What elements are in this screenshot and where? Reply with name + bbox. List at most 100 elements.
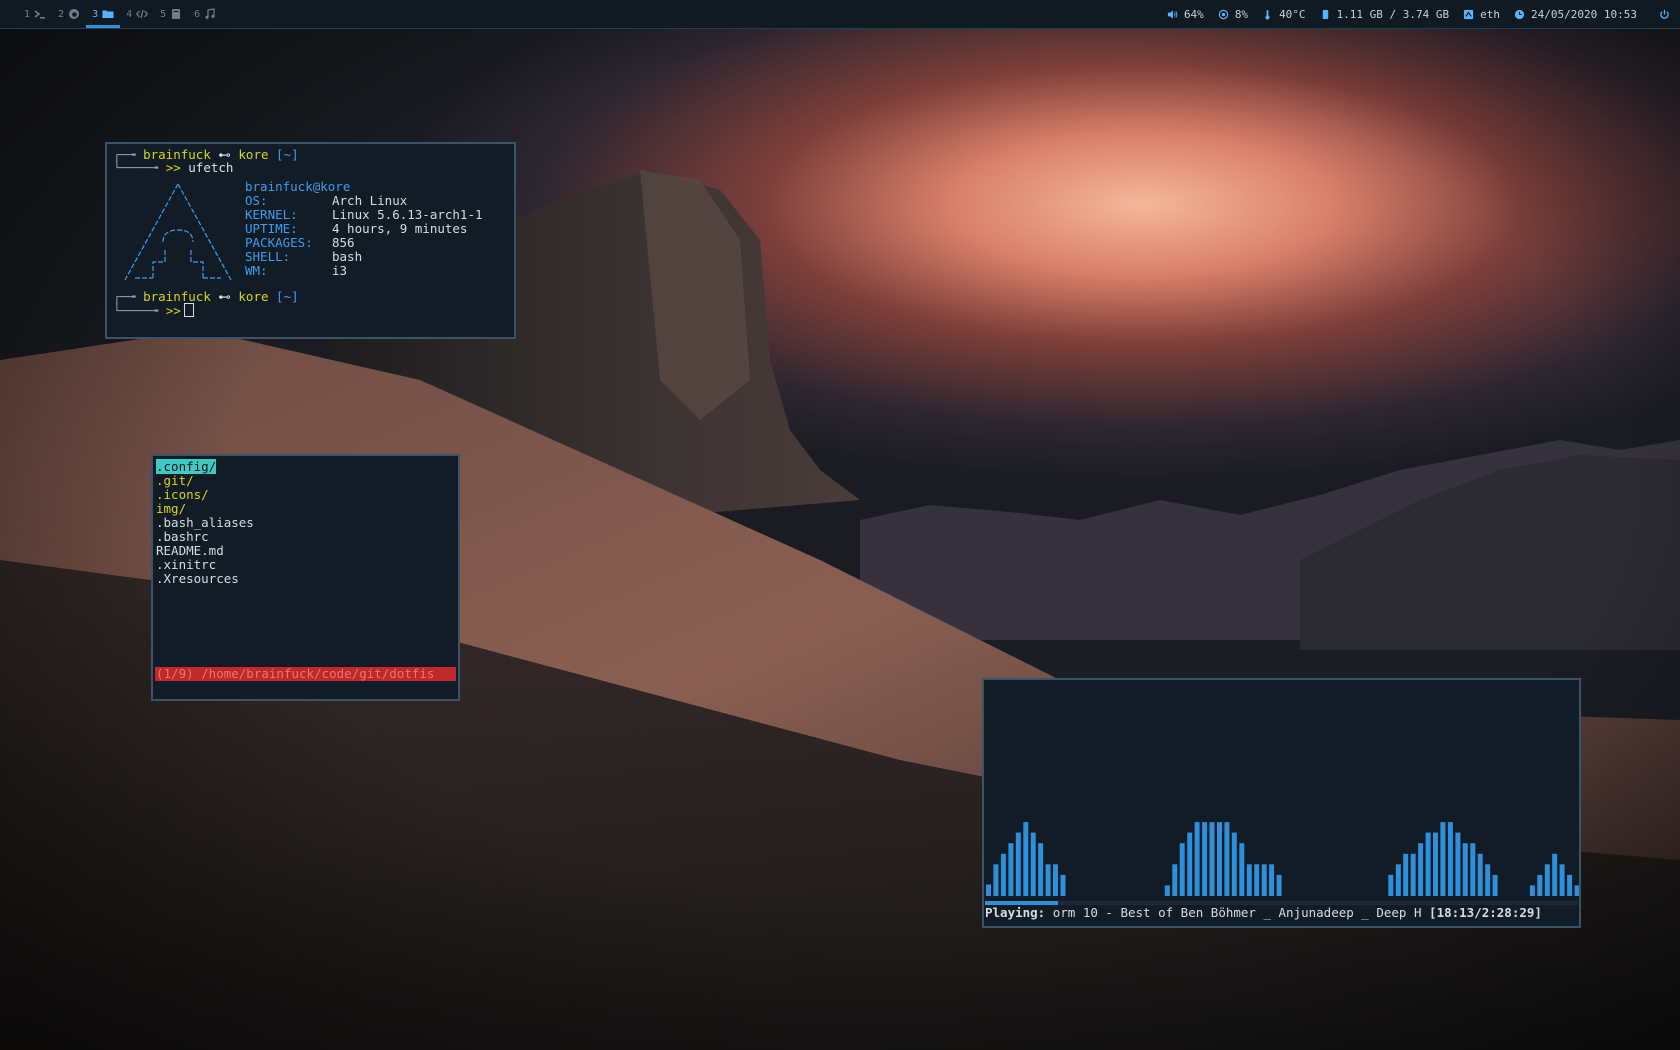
file-manager-window[interactable]: .config/.git/.icons/img/.bash_aliases .ba… bbox=[151, 454, 460, 701]
terminal-window[interactable]: ┌─╼ brainfuck ⊷ kore [~] └────╼ >> ufetc… bbox=[105, 142, 516, 339]
spectrum-bar bbox=[1000, 853, 1006, 896]
spectrum-bar bbox=[1410, 853, 1416, 896]
folder-icon bbox=[102, 8, 114, 20]
info-row-packages: PACKAGES: 856 bbox=[245, 236, 483, 250]
command-line: └────╼ >> ufetch bbox=[113, 161, 508, 174]
spectrum-bar bbox=[993, 864, 999, 896]
spectrum-bar bbox=[1544, 864, 1550, 896]
directory-entry[interactable]: img/ bbox=[155, 502, 456, 516]
file-entry[interactable]: .xinitrc bbox=[155, 558, 456, 572]
entry-name: .git/ bbox=[156, 473, 194, 488]
workspace-1[interactable]: 1 bbox=[18, 0, 52, 28]
thermometer-icon bbox=[1262, 9, 1279, 20]
workspace-4[interactable]: 4 bbox=[120, 0, 154, 28]
info-key: KERNEL: bbox=[245, 207, 298, 222]
entry-name: .Xresources bbox=[156, 571, 239, 586]
cpu-value: 8% bbox=[1234, 7, 1249, 21]
firefox-icon bbox=[68, 8, 80, 20]
spectrum-bar bbox=[1023, 822, 1029, 896]
network-module: eth bbox=[1463, 8, 1500, 21]
prompt-user: brainfuck bbox=[143, 289, 211, 304]
network-value: eth bbox=[1480, 7, 1501, 21]
network-icon bbox=[1463, 9, 1480, 20]
spectrum-bar bbox=[1209, 822, 1215, 896]
spectrum-bar bbox=[1418, 843, 1424, 896]
spectrum-bar bbox=[986, 884, 991, 896]
spectrum-bar bbox=[1254, 864, 1260, 896]
arch-linux-logo bbox=[124, 183, 232, 281]
prompt-dir: [~] bbox=[276, 289, 299, 304]
workspace-3[interactable]: 3 bbox=[86, 0, 121, 28]
code-icon bbox=[136, 8, 149, 20]
spectrum-bar bbox=[1433, 832, 1438, 896]
top-status-bar: 1 2 3 4 5 6 64% 8% 40°C 1.11 GB / 3.74 G… bbox=[0, 0, 1680, 29]
spectrum-bar bbox=[1172, 864, 1178, 896]
track-title: orm 10 - Best of Ben Böhmer _ Anjunadeep… bbox=[1052, 905, 1422, 920]
system-info: brainfuck@kore OS: Arch Linux KERNEL: Linu… bbox=[245, 180, 483, 284]
spectrum-bar bbox=[1261, 864, 1267, 896]
spectrum-bar bbox=[1217, 822, 1222, 896]
track-time: [18:13/2:28:29] bbox=[1429, 905, 1542, 920]
music-icon bbox=[204, 8, 216, 20]
spectrum-bar bbox=[1470, 843, 1476, 896]
spectrum-bar bbox=[1202, 822, 1208, 896]
workspace-number: 4 bbox=[126, 8, 133, 20]
workspace-2[interactable]: 2 bbox=[52, 0, 86, 28]
prompt-host: kore bbox=[238, 289, 269, 304]
info-value: 856 bbox=[332, 235, 355, 250]
spectrum-bar bbox=[1455, 832, 1461, 896]
terminal-icon bbox=[34, 8, 46, 20]
file-entry[interactable]: .bash_aliases bbox=[155, 516, 456, 530]
datetime-value: 24/05/2020 10:53 bbox=[1531, 7, 1637, 21]
file-entry[interactable]: README.md bbox=[155, 544, 456, 558]
workspace-number: 1 bbox=[24, 8, 31, 20]
info-value: Linux 5.6.13-arch1-1 bbox=[332, 207, 483, 222]
music-visualizer-window[interactable]: Playing: orm 10 - Best of Ben Böhmer _ A… bbox=[982, 678, 1581, 928]
input-line[interactable]: └────╼ >> bbox=[113, 303, 508, 318]
workspace-5[interactable]: 5 bbox=[154, 0, 188, 28]
clock-icon bbox=[1514, 9, 1531, 20]
directory-entry[interactable]: .icons/ bbox=[155, 488, 456, 502]
file-entry[interactable]: .bashrc bbox=[155, 530, 456, 544]
spectrum-bar bbox=[1015, 832, 1021, 896]
volume-module[interactable]: 64% bbox=[1167, 8, 1204, 21]
prompt-symbol: >> bbox=[165, 160, 181, 175]
spectrum-bar bbox=[1492, 874, 1498, 896]
temperature-value: 40°C bbox=[1279, 7, 1306, 21]
entry-name: .bash_aliases bbox=[156, 515, 254, 530]
text-cursor bbox=[183, 303, 194, 317]
entry-name: README.md bbox=[156, 543, 224, 558]
cpu-icon bbox=[1218, 9, 1235, 20]
spectrum-bar bbox=[1187, 832, 1193, 896]
file-entry[interactable]: .Xresources bbox=[155, 572, 456, 586]
spectrum-bar bbox=[1552, 853, 1558, 896]
workspace-number: 3 bbox=[92, 8, 99, 20]
info-key: OS: bbox=[245, 193, 268, 208]
spectrum-bar bbox=[1239, 843, 1245, 896]
spectrum-bar bbox=[1403, 853, 1409, 896]
entry-name: .bashrc bbox=[156, 529, 209, 544]
spectrum-bar bbox=[1246, 864, 1252, 896]
status-modules: 64% 8% 40°C 1.11 GB / 3.74 GB eth 24/05/… bbox=[1153, 0, 1680, 28]
directory-entry[interactable]: .git/ bbox=[155, 474, 456, 488]
spectrum-bar bbox=[1425, 832, 1431, 896]
workspace-number: 5 bbox=[160, 8, 167, 20]
speaker-icon bbox=[1167, 9, 1184, 20]
ufetch-output: brainfuck@kore OS: Arch Linux KERNEL: Linu… bbox=[113, 180, 508, 284]
power-button[interactable] bbox=[1659, 9, 1670, 20]
directory-entry[interactable]: .config/ bbox=[155, 459, 456, 474]
workspace-6[interactable]: 6 bbox=[188, 0, 222, 28]
entry-name: img/ bbox=[156, 501, 187, 516]
file-manager-status-bar: (1/9) /home/brainfuck/code/git/dotfis bbox=[155, 667, 456, 681]
info-key: UPTIME: bbox=[245, 221, 298, 236]
spectrum-bar bbox=[1060, 874, 1066, 896]
prompt-corner-top: ┌─╼ bbox=[113, 289, 144, 304]
info-row-uptime: UPTIME: 4 hours, 9 minutes bbox=[245, 222, 483, 236]
spectrum-bar bbox=[1447, 822, 1453, 896]
spectrum-bar bbox=[1440, 822, 1446, 896]
spectrum-bar bbox=[1030, 832, 1036, 896]
spectrum-bar bbox=[1477, 853, 1483, 896]
spectrum-bar bbox=[1529, 885, 1535, 896]
book-icon bbox=[170, 8, 182, 20]
prompt-corner-bottom: └────╼ bbox=[113, 303, 166, 318]
